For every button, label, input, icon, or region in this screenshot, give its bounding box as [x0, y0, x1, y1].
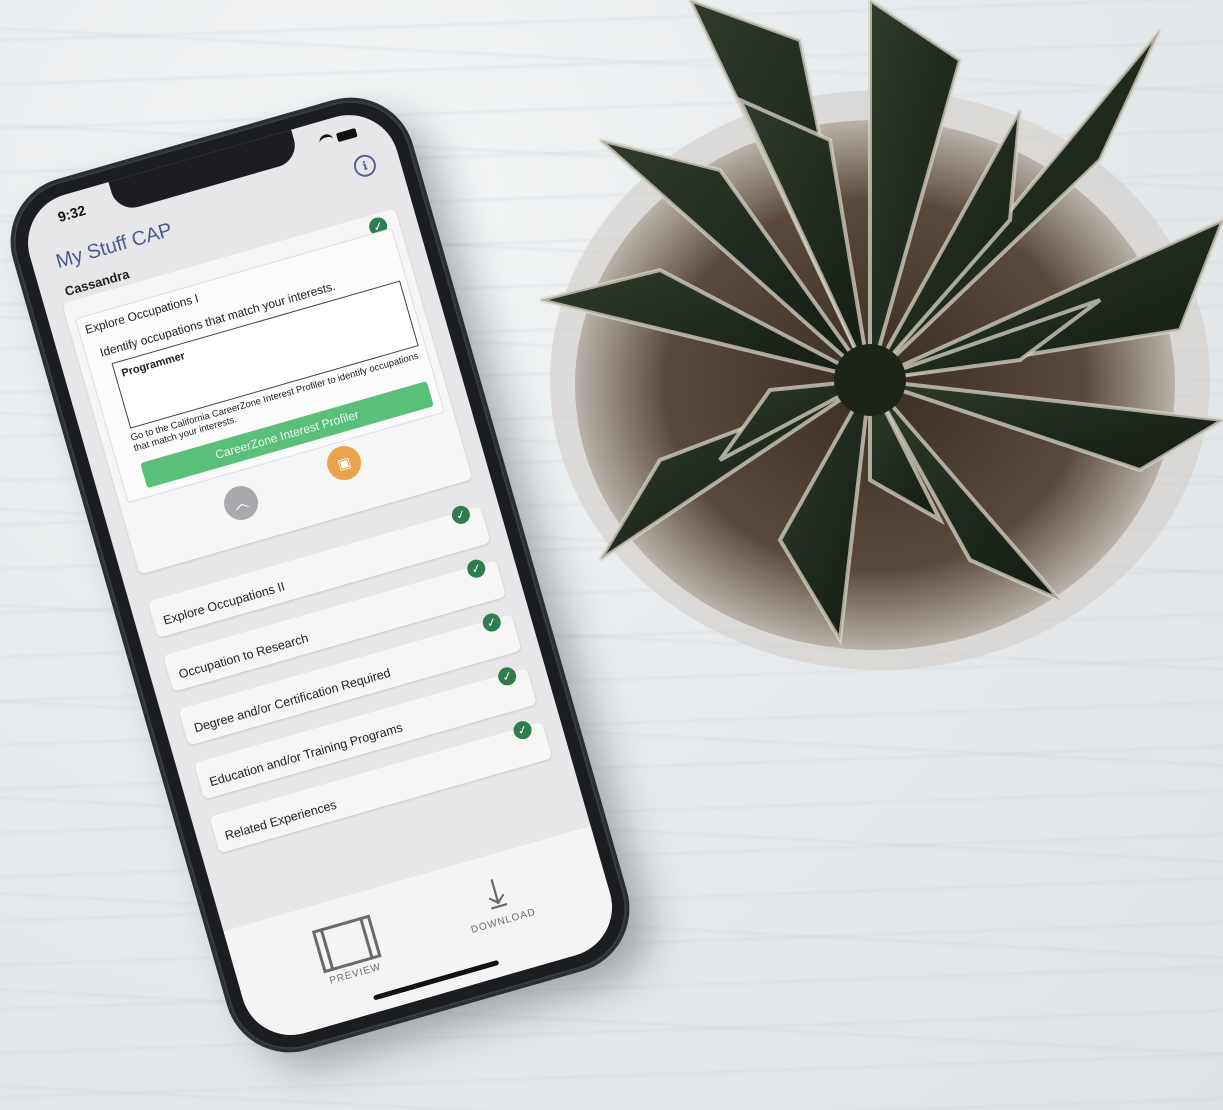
app-title: My Stuff CAP	[53, 218, 175, 274]
check-icon: ✓	[449, 503, 473, 526]
collapse-button[interactable]: ︿	[220, 481, 263, 524]
bottom-toolbar: PREVIEW ⤓ DOWNLOAD	[223, 826, 624, 1047]
chevron-up-icon: ︿	[232, 493, 251, 513]
phone-notch	[107, 127, 300, 213]
document-icon: ▣	[335, 453, 353, 473]
check-icon: ✓	[496, 665, 519, 688]
check-icon: ✓	[511, 719, 534, 742]
preview-button[interactable]: PREVIEW	[307, 913, 391, 989]
battery-icon	[335, 127, 358, 143]
app-screen: 9:32 i My Stuff CAP Cassandra ✓ Explore …	[16, 103, 624, 1047]
check-icon: ✓	[480, 611, 503, 634]
step-content: Explore Occupations I Identify occupatio…	[74, 227, 445, 504]
orange-action-button[interactable]: ▣	[323, 442, 366, 485]
step-card-expanded: ✓ Explore Occupations I Identify occupat…	[62, 208, 473, 575]
wifi-icon	[318, 132, 336, 150]
status-icons	[318, 126, 358, 150]
download-button[interactable]: ⤓ DOWNLOAD	[451, 863, 543, 938]
check-icon: ✓	[465, 557, 488, 580]
step-label: Occupation to Research	[177, 631, 310, 682]
step-label: Explore Occupations II	[161, 579, 287, 628]
answer-value: Programmer	[120, 350, 187, 380]
home-indicator	[373, 959, 500, 1001]
step-label: Related Experiences	[223, 797, 339, 843]
status-time: 9:32	[56, 201, 88, 225]
photo-scene: 9:32 i My Stuff CAP Cassandra ✓ Explore …	[0, 0, 1223, 1110]
succulent-plant-image	[540, 0, 1223, 670]
info-icon[interactable]: i	[351, 152, 379, 180]
